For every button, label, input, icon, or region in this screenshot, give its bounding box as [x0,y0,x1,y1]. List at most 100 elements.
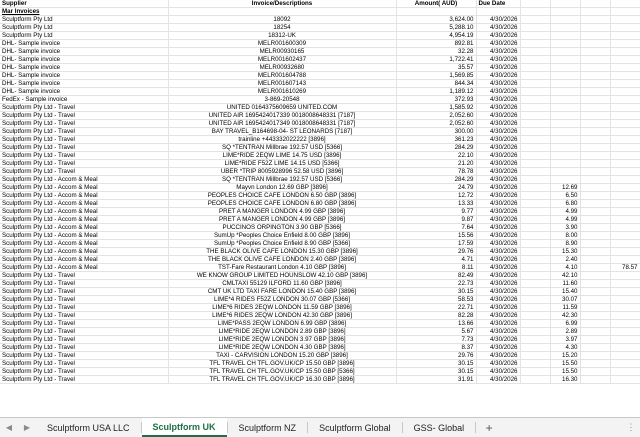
cell-description[interactable]: SQ *TENTRAN Millbrae 192.57 USD [5366] [168,143,397,153]
cell-description[interactable]: 3-869-20548 [168,95,397,105]
cell-supplier[interactable]: DHL- Sample invoice [0,39,169,49]
cell-supplier[interactable]: Mar Invoices [0,7,169,17]
cell-amount[interactable]: 32.28 [396,47,477,57]
cell-col-f[interactable]: 4.99 [550,215,581,225]
cell-supplier[interactable]: Sculptform Pty Ltd - Accom & Meal [0,207,169,217]
cell-supplier[interactable]: FedEx - Sample invoice [0,95,169,105]
cell-supplier[interactable]: DHL- Sample invoice [0,87,169,97]
cell-supplier[interactable]: Sculptform Pty Ltd - Travel [0,327,169,337]
cell-description[interactable]: LIME*PASS 2EQW LONDON 6.99 GBP [3896] [168,319,397,329]
empty-cell[interactable] [520,111,551,121]
empty-cell[interactable] [520,39,551,49]
cell-amount[interactable]: 35.57 [396,63,477,73]
cell-amount[interactable]: 5,288.10 [396,23,477,33]
empty-cell[interactable] [610,279,640,289]
empty-cell[interactable] [610,295,640,305]
cell-description[interactable]: TFL TRAVEL CH TFL.GOV.UK/CP 15.50 GBP [3… [168,359,397,369]
empty-cell[interactable] [396,7,477,17]
cell-due-date[interactable]: 4/30/2026 [476,359,521,369]
cell-amount[interactable]: 8.11 [396,263,477,273]
cell-description[interactable]: UBER *TRIP 8005928996 52.58 USD [3896] [168,167,397,177]
cell-amount[interactable]: 844.34 [396,79,477,89]
cell-supplier[interactable]: DHL- Sample invoice [0,63,169,73]
cell-amount[interactable]: 284.29 [396,143,477,153]
empty-cell[interactable] [520,135,551,145]
cell-col-f[interactable]: 2.40 [550,255,581,265]
empty-cell[interactable] [580,351,611,361]
cell-due-date[interactable]: 4/30/2026 [476,183,521,193]
empty-cell[interactable] [580,55,611,65]
cell-description[interactable]: LIME*RIDE 2EQW LONDON 3.97 GBP [3896] [168,335,397,345]
cell-description[interactable]: MELR001604788 [168,71,397,81]
tab-gss-global[interactable]: GSS- Global [403,418,476,437]
cell-supplier[interactable]: Sculptform Pty Ltd - Travel [0,279,169,289]
cell-due-date[interactable]: 4/30/2026 [476,303,521,313]
empty-cell[interactable] [520,95,551,105]
empty-cell[interactable] [580,63,611,73]
cell-supplier[interactable]: Sculptform Pty Ltd - Travel [0,359,169,369]
cell-supplier[interactable]: Sculptform Pty Ltd - Travel [0,351,169,361]
empty-cell[interactable] [610,335,640,345]
cell-col-f[interactable]: 6.80 [550,199,581,209]
header-description[interactable]: Invoice/Descriptions [168,0,397,9]
empty-cell[interactable] [550,159,581,169]
empty-cell[interactable] [580,199,611,209]
empty-cell[interactable] [580,15,611,25]
cell-description[interactable]: CMT UK LTD TAXI FARE LONDON 15.40 GBP [3… [168,287,397,297]
empty-cell[interactable] [520,247,551,257]
empty-cell[interactable] [520,343,551,353]
empty-cell[interactable] [520,7,551,17]
tab-sculptform-global[interactable]: Sculptform Global [308,418,402,437]
empty-cell[interactable] [610,351,640,361]
cell-due-date[interactable]: 4/30/2026 [476,95,521,105]
empty-cell[interactable] [520,375,551,385]
cell-description[interactable]: TFL TRAVEL CH TFL.GOV.UK/CP 15.50 GBP [5… [168,367,397,377]
cell-due-date[interactable]: 4/30/2026 [476,263,521,273]
cell-col-f[interactable]: 8.90 [550,239,581,249]
cell-col-f[interactable]: 15.20 [550,351,581,361]
empty-cell[interactable] [520,351,551,361]
cell-description[interactable]: MELR001610269 [168,87,397,97]
empty-cell[interactable] [580,103,611,113]
cell-amount[interactable]: 30.15 [396,367,477,377]
empty-cell[interactable] [610,79,640,89]
empty-cell[interactable] [610,31,640,41]
empty-cell[interactable] [520,207,551,217]
cell-description[interactable]: THE BLACK OLIVE CAFE LONDON 15.30 GBP [3… [168,247,397,257]
empty-cell[interactable] [550,63,581,73]
empty-cell[interactable] [550,95,581,105]
cell-amount[interactable]: 372.93 [396,95,477,105]
cell-due-date[interactable]: 4/30/2026 [476,351,521,361]
cell-due-date[interactable]: 4/30/2026 [476,367,521,377]
cell-supplier[interactable]: Sculptform Pty Ltd - Travel [0,119,169,129]
empty-cell[interactable] [610,287,640,297]
empty-cell[interactable] [550,31,581,41]
empty-cell[interactable] [580,223,611,233]
cell-description[interactable]: LIME*6 RIDES 2EQW LONDON 42.30 GBP [3896… [168,311,397,321]
empty-cell[interactable] [580,79,611,89]
cell-amount[interactable]: 284.29 [396,175,477,185]
empty-cell[interactable] [610,159,640,169]
cell-due-date[interactable]: 4/30/2026 [476,311,521,321]
empty-cell[interactable] [580,375,611,385]
cell-supplier[interactable]: DHL- Sample invoice [0,55,169,65]
cell-amount[interactable]: 15.56 [396,231,477,241]
cell-supplier[interactable]: Sculptform Pty Ltd [0,15,169,25]
empty-cell[interactable] [610,223,640,233]
empty-cell[interactable] [580,135,611,145]
empty-cell[interactable] [520,63,551,73]
empty-cell[interactable] [580,359,611,369]
empty-cell[interactable] [520,183,551,193]
empty-cell[interactable] [610,359,640,369]
tab-sculptform-nz[interactable]: Sculptform NZ [228,418,308,437]
empty-cell[interactable] [550,143,581,153]
empty-cell[interactable] [520,159,551,169]
cell-col-f[interactable]: 2.89 [550,327,581,337]
cell-col-f[interactable]: 6.99 [550,319,581,329]
empty-cell[interactable] [580,287,611,297]
cell-amount[interactable]: 3,624.00 [396,15,477,25]
cell-description[interactable]: SQ *TENTRAN Millbrae 192.57 USD [5366] [168,175,397,185]
cell-description[interactable]: PEOPLES CHOICE CAFE LONDON 6.50 GBP [389… [168,191,397,201]
cell-due-date[interactable]: 4/30/2026 [476,111,521,121]
empty-cell[interactable] [550,0,581,9]
